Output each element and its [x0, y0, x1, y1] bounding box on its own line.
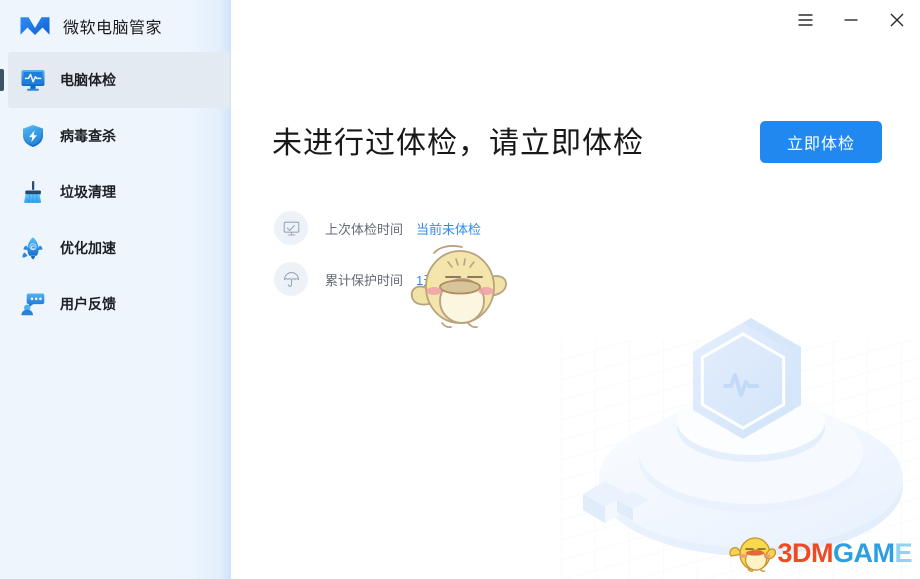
close-icon	[890, 13, 904, 27]
monitor-check-icon	[274, 211, 308, 245]
monitor-pulse-icon	[21, 70, 45, 91]
active-indicator-bar	[0, 125, 4, 147]
info-label: 累计保护时间	[325, 272, 404, 288]
window-controls	[782, 0, 920, 40]
minimize-button[interactable]	[828, 0, 874, 40]
active-indicator-bar	[0, 237, 4, 259]
watermark-text-part: GAM	[832, 537, 895, 568]
active-indicator-bar	[0, 69, 4, 91]
sidebar-item-label: 垃圾清理	[60, 184, 116, 200]
brand-title: 微软电脑管家	[63, 20, 163, 37]
page-title: 未进行过体检，请立即体检	[272, 127, 644, 160]
microsoft-pc-manager-logo-icon	[20, 17, 50, 35]
sidebar-item-junk-cleanup[interactable]: 垃圾清理	[0, 164, 231, 220]
info-label: 上次体检时间	[325, 221, 404, 237]
info-row-total-protection: 累计保护时间 1天	[274, 262, 436, 296]
info-row-last-checkup: 上次体检时间 当前未体检	[274, 211, 481, 245]
svg-text:C: C	[31, 245, 35, 251]
user-feedback-icon	[21, 293, 45, 316]
sidebar-item-user-feedback[interactable]: 用户反馈	[0, 276, 231, 332]
isometric-pedestal-hex-badge-art	[561, 318, 920, 579]
sidebar: 微软电脑管家 电脑体检 病毒查杀 垃圾清理 C 优化加速 用户反馈	[0, 0, 231, 579]
shield-bolt-icon	[23, 125, 43, 147]
info-value[interactable]: 1天	[416, 270, 436, 289]
yellow-chick-mascot-icon	[729, 537, 777, 572]
hamburger-menu-button[interactable]	[782, 0, 828, 40]
sidebar-item-label: 病毒查杀	[60, 128, 116, 144]
brand: 微软电脑管家	[0, 0, 231, 52]
sidebar-item-virus-scan[interactable]: 病毒查杀	[0, 108, 231, 164]
sidebar-item-pc-checkup[interactable]: 电脑体检	[0, 52, 231, 108]
minimize-icon	[844, 19, 858, 21]
broom-icon	[24, 181, 42, 203]
app-window: 微软电脑管家 电脑体检 病毒查杀 垃圾清理 C 优化加速 用户反馈 未进行过体检…	[0, 0, 920, 579]
watermark-text: 3DMGAME	[777, 537, 912, 568]
watermark-text-part: 3DM	[777, 537, 833, 568]
watermark-text-part: E	[894, 537, 912, 568]
info-value[interactable]: 当前未体检	[416, 219, 481, 238]
active-indicator-bar	[0, 293, 4, 315]
sidebar-item-optimize-speedup[interactable]: C 优化加速	[0, 220, 231, 276]
start-checkup-button[interactable]: 立即体检	[760, 121, 882, 163]
sidebar-item-label: 用户反馈	[60, 296, 116, 312]
sidebar-nav: 电脑体检 病毒查杀 垃圾清理 C 优化加速 用户反馈	[0, 52, 231, 332]
hamburger-menu-icon	[798, 14, 812, 26]
umbrella-icon	[274, 262, 308, 296]
rocket-icon: C	[22, 237, 43, 260]
close-button[interactable]	[874, 0, 920, 40]
sidebar-item-label: 电脑体检	[60, 72, 116, 88]
main-content: 未进行过体检，请立即体检 立即体检 上次体检时间 当前未体检 累计保护时间 1天…	[231, 0, 920, 579]
sidebar-item-label: 优化加速	[60, 240, 116, 256]
watermark: 3DMGAME	[729, 533, 912, 573]
active-indicator-bar	[0, 181, 4, 203]
